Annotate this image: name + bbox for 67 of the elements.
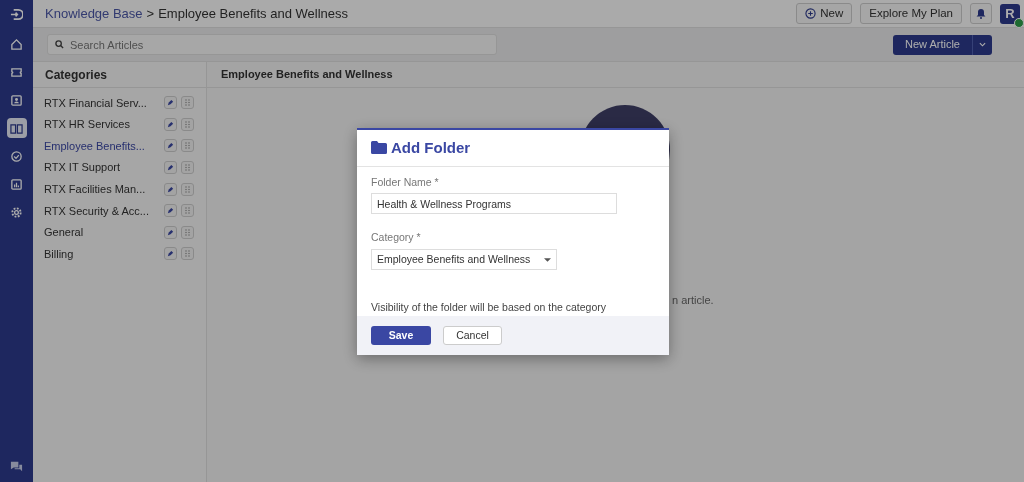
new-article-button[interactable]: New Article xyxy=(892,34,972,55)
drag-handle[interactable] xyxy=(181,182,194,196)
book-icon[interactable] xyxy=(6,118,27,138)
category-item[interactable]: RTX Security & Acc... xyxy=(44,202,149,219)
search-icon xyxy=(55,40,64,49)
content-title: Employee Benefits and Wellness xyxy=(221,67,393,83)
grip-icon xyxy=(185,228,190,236)
dialog-title: Add Folder xyxy=(391,138,471,157)
pencil-icon xyxy=(167,185,174,193)
drag-handle[interactable] xyxy=(181,161,194,175)
caret-icon xyxy=(979,42,986,47)
field-label: Category * xyxy=(371,230,422,246)
pencil-icon xyxy=(167,250,174,258)
edit-button[interactable] xyxy=(164,225,177,239)
drag-handle[interactable] xyxy=(181,139,194,153)
category-item[interactable]: RTX Facilities Man... xyxy=(44,180,146,198)
edit-button[interactable] xyxy=(164,247,177,261)
drag-handle[interactable] xyxy=(181,225,194,239)
plus-circle-icon xyxy=(805,8,817,19)
drag-handle[interactable] xyxy=(181,204,194,218)
grip-icon xyxy=(185,142,190,150)
grip-icon xyxy=(185,120,190,128)
category-item[interactable]: General xyxy=(44,224,84,241)
empty-state-text: n article. xyxy=(672,293,714,308)
field-label: Folder Name * xyxy=(371,174,440,190)
pencil-icon xyxy=(167,99,174,107)
edit-button[interactable] xyxy=(164,139,177,153)
dropdown-button[interactable] xyxy=(972,34,992,55)
edit-button[interactable] xyxy=(164,182,177,196)
drag-handle[interactable] xyxy=(181,117,194,131)
grip-icon xyxy=(185,185,190,193)
category-item[interactable]: RTX IT Support xyxy=(44,159,121,176)
category-item[interactable]: RTX HR Services xyxy=(44,116,130,133)
plan-button[interactable]: Explore My Plan xyxy=(860,3,962,24)
edit-button[interactable] xyxy=(164,96,177,110)
category-item[interactable]: RTX Financial Serv... xyxy=(44,94,147,112)
pencil-icon xyxy=(167,164,174,172)
breadcrumb-current: Employee Benefits and Wellness xyxy=(158,4,348,23)
category-item[interactable]: Employee Benefits... xyxy=(44,137,145,155)
grip-icon xyxy=(185,250,190,258)
caret-icon xyxy=(544,257,552,262)
notifications-button[interactable] xyxy=(970,3,992,24)
edit-button[interactable] xyxy=(164,204,177,218)
edit-button[interactable] xyxy=(164,161,177,175)
folder-name-field[interactable]: Health & Wellness Programs xyxy=(371,193,617,215)
cancel-button[interactable]: Cancel xyxy=(443,325,502,345)
save-button[interactable]: Save xyxy=(371,325,431,345)
breadcrumb-separator: > xyxy=(146,4,155,23)
pencil-icon xyxy=(167,207,174,215)
category-item[interactable]: Billing xyxy=(44,245,74,263)
pencil-icon xyxy=(167,142,174,150)
grip-icon xyxy=(185,164,190,172)
edit-button[interactable] xyxy=(164,117,177,131)
categories-title: Categories xyxy=(45,66,108,84)
grip-icon xyxy=(185,99,190,107)
category-select[interactable]: Employee Benefits and Wellness xyxy=(371,249,558,271)
pencil-icon xyxy=(167,120,174,128)
search-field[interactable]: Search Articles xyxy=(47,34,497,55)
pencil-icon xyxy=(167,228,174,236)
drag-handle[interactable] xyxy=(181,247,194,261)
folder-icon xyxy=(371,141,387,155)
drag-handle[interactable] xyxy=(181,96,194,110)
new-button[interactable]: New xyxy=(796,3,853,24)
grip-icon xyxy=(185,207,190,215)
bell-icon xyxy=(976,8,986,19)
breadcrumb-link[interactable]: Knowledge Base xyxy=(45,3,143,24)
visibility-note: Visibility of the folder will be based on the category xyxy=(371,300,608,316)
